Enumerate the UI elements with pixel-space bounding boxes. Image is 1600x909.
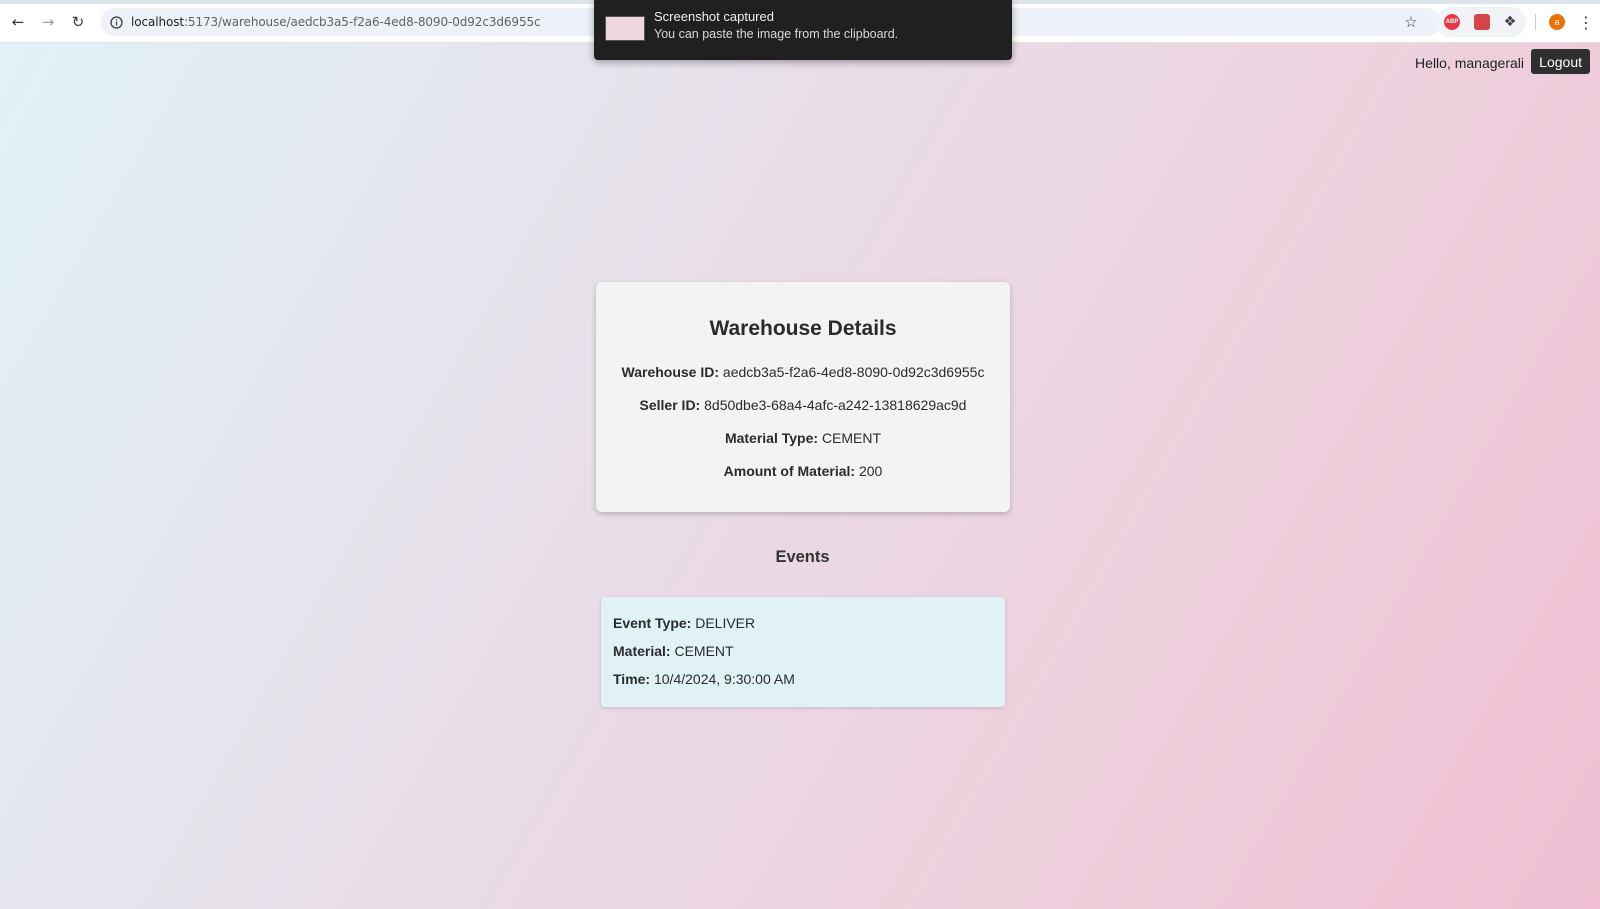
- bookmark-star-icon[interactable]: ☆: [1400, 11, 1422, 33]
- field-value: CEMENT: [821, 430, 882, 446]
- field-label: Material:: [613, 643, 671, 659]
- field-label: Warehouse ID:: [621, 364, 720, 380]
- event-material-row: Material: CEMENT: [613, 643, 734, 659]
- adblock-extension-icon[interactable]: ABP: [1444, 14, 1460, 30]
- shield-extension-icon[interactable]: [1474, 14, 1490, 30]
- field-value: 8d50dbe3-68a4-4afc-a242-13818629ac9d: [704, 397, 967, 413]
- field-label: Material Type:: [724, 430, 819, 446]
- warehouse-details-title: Warehouse Details: [709, 317, 897, 340]
- screenshot-thumbnail[interactable]: [605, 16, 645, 41]
- url-path: :5173/warehouse/aedcb3a5-f2a6-4ed8-8090-…: [183, 15, 541, 29]
- event-type-row: Event Type: DELIVER: [613, 615, 755, 631]
- field-value: CEMENT: [674, 643, 734, 659]
- amount-row: Amount of Material: 200: [596, 463, 1010, 479]
- field-value: 10/4/2024, 9:30:00 AM: [653, 671, 795, 687]
- toast-subtitle: You can paste the image from the clipboa…: [654, 27, 899, 41]
- warehouse-details-card: Warehouse Details Warehouse ID: aedcb3a5…: [596, 282, 1010, 512]
- field-value: DELIVER: [695, 615, 756, 631]
- profile-avatar[interactable]: a: [1549, 14, 1565, 30]
- logout-button[interactable]: Logout: [1531, 49, 1590, 74]
- event-time-row: Time: 10/4/2024, 9:30:00 AM: [613, 671, 795, 687]
- browser-menu-icon[interactable]: ⋮: [1578, 11, 1594, 33]
- page-background: Hello, managerali Logout Warehouse Detai…: [0, 43, 1600, 909]
- site-info-icon[interactable]: [107, 13, 125, 31]
- toast-title: Screenshot captured: [654, 9, 774, 24]
- field-label: Event Type:: [613, 615, 692, 631]
- warehouse-id-row: Warehouse ID: aedcb3a5-f2a6-4ed8-8090-0d…: [596, 364, 1010, 380]
- url-host: localhost: [131, 15, 184, 29]
- field-value: aedcb3a5-f2a6-4ed8-8090-0d92c3d6955c: [722, 364, 985, 380]
- field-label: Amount of Material:: [723, 463, 856, 479]
- back-arrow-icon[interactable]: ←: [7, 11, 29, 33]
- extensions-group: ABP ❖: [1436, 7, 1526, 37]
- event-card: Event Type: DELIVER Material: CEMENT Tim…: [601, 597, 1005, 707]
- toolbar-divider: [1535, 14, 1536, 30]
- url-text[interactable]: localhost:5173/warehouse/aedcb3a5-f2a6-4…: [131, 15, 541, 29]
- field-label: Time:: [613, 671, 651, 687]
- seller-id-row: Seller ID: 8d50dbe3-68a4-4afc-a242-13818…: [596, 397, 1010, 413]
- user-greeting: Hello, managerali: [1415, 55, 1524, 71]
- field-value: 200: [858, 463, 883, 479]
- forward-arrow-icon[interactable]: →: [37, 11, 59, 33]
- material-type-row: Material Type: CEMENT: [596, 430, 1010, 446]
- screenshot-toast: Screenshot captured You can paste the im…: [594, 0, 1012, 60]
- events-heading: Events: [775, 548, 830, 566]
- extensions-puzzle-icon[interactable]: ❖: [1502, 14, 1518, 30]
- field-label: Seller ID:: [639, 397, 701, 413]
- reload-icon[interactable]: ↻: [67, 11, 89, 33]
